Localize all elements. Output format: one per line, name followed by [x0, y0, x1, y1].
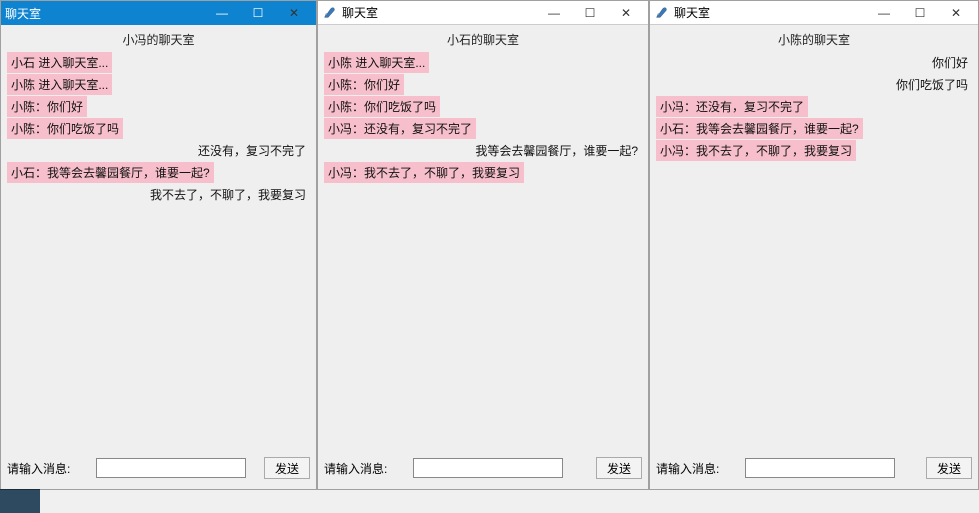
close-icon: ✕	[951, 6, 961, 20]
input-row: 请输入消息: 发送	[650, 451, 978, 489]
chat-log: 小石 进入聊天室...小陈 进入聊天室...小陈：你们好小陈：你们吃饭了吗还没有…	[1, 50, 316, 451]
window-title: 聊天室	[5, 5, 204, 22]
message-other: 小冯：我不去了，不聊了，我要复习	[324, 162, 524, 183]
chat-window: 聊天室—☐✕小石的聊天室小陈 进入聊天室...小陈：你们好小陈：你们吃饭了吗小冯…	[317, 0, 649, 490]
chat-log: 小陈 进入聊天室...小陈：你们好小陈：你们吃饭了吗小冯：还没有，复习不完了我等…	[318, 50, 648, 451]
maximize-button[interactable]: ☐	[572, 3, 608, 23]
message-other: 小陈：你们好	[7, 96, 87, 117]
minimize-button[interactable]: —	[536, 3, 572, 23]
client-area: 小陈的聊天室你们好你们吃饭了吗小冯：还没有，复习不完了小石：我等会去馨园餐厅，谁…	[650, 25, 978, 489]
maximize-button[interactable]: ☐	[902, 3, 938, 23]
send-button[interactable]: 发送	[264, 457, 310, 479]
message-other: 小陈 进入聊天室...	[7, 74, 112, 95]
input-label: 请输入消息:	[656, 460, 719, 477]
client-area: 小石的聊天室小陈 进入聊天室...小陈：你们好小陈：你们吃饭了吗小冯：还没有，复…	[318, 25, 648, 489]
close-button[interactable]: ✕	[938, 3, 974, 23]
window-title: 聊天室	[674, 4, 866, 21]
window-title: 聊天室	[342, 4, 536, 21]
message-other: 小陈 进入聊天室...	[324, 52, 429, 73]
message-other: 小石 进入聊天室...	[7, 52, 112, 73]
message-input[interactable]	[413, 458, 563, 478]
message-self: 我不去了，不聊了，我要复习	[146, 184, 310, 205]
message-other: 小陈：你们吃饭了吗	[7, 118, 123, 139]
message-other: 小陈：你们好	[324, 74, 404, 95]
minimize-icon: —	[548, 6, 560, 20]
minimize-button[interactable]: —	[866, 3, 902, 23]
message-other: 小石：我等会去馨园餐厅，谁要一起?	[7, 162, 214, 183]
titlebar[interactable]: 聊天室 — ☐ ✕	[318, 1, 648, 25]
window-buttons: — ☐ ✕	[866, 3, 974, 23]
send-button[interactable]: 发送	[926, 457, 972, 479]
message-other: 小冯：还没有，复习不完了	[656, 96, 808, 117]
window-buttons: — ☐ ✕	[536, 3, 644, 23]
chat-heading: 小陈的聊天室	[650, 25, 978, 50]
maximize-icon: ☐	[585, 6, 596, 20]
python-tk-icon	[322, 6, 336, 20]
message-other: 小石：我等会去馨园餐厅，谁要一起?	[656, 118, 863, 139]
message-other: 小陈：你们吃饭了吗	[324, 96, 440, 117]
titlebar[interactable]: 聊天室 — ☐ ✕	[1, 1, 316, 25]
close-icon: ✕	[289, 6, 299, 20]
send-button[interactable]: 发送	[596, 457, 642, 479]
python-tk-icon	[654, 6, 668, 20]
minimize-icon: —	[216, 6, 228, 20]
input-label: 请输入消息:	[7, 460, 70, 477]
message-other: 小冯：我不去了，不聊了，我要复习	[656, 140, 856, 161]
taskbar-stub	[0, 489, 40, 513]
maximize-button[interactable]: ☐	[240, 3, 276, 23]
message-self: 还没有，复习不完了	[194, 140, 310, 161]
message-other: 小冯：还没有，复习不完了	[324, 118, 476, 139]
chat-window: 聊天室 — ☐ ✕ 小陈的聊天室你们好你们吃饭了吗小冯：还没有，复习不完了小石：我等会去…	[649, 0, 979, 490]
chat-log: 你们好你们吃饭了吗小冯：还没有，复习不完了小石：我等会去馨园餐厅，谁要一起?小冯…	[650, 50, 978, 451]
maximize-icon: ☐	[915, 6, 926, 20]
minimize-button[interactable]: —	[204, 3, 240, 23]
message-input[interactable]	[745, 458, 895, 478]
client-area: 小冯的聊天室小石 进入聊天室...小陈 进入聊天室...小陈：你们好小陈：你们吃…	[1, 25, 316, 489]
chat-window: 聊天室 — ☐ ✕ 小冯的聊天室小石 进入聊天室...小陈 进入聊天室...小陈：你们好…	[0, 0, 317, 490]
maximize-icon: ☐	[253, 6, 264, 20]
chat-heading: 小冯的聊天室	[1, 25, 316, 50]
input-label: 请输入消息:	[324, 460, 387, 477]
message-self: 你们吃饭了吗	[892, 74, 972, 95]
message-input[interactable]	[96, 458, 246, 478]
minimize-icon: —	[878, 6, 890, 20]
input-row: 请输入消息: 发送	[318, 451, 648, 489]
close-button[interactable]: ✕	[608, 3, 644, 23]
close-icon: ✕	[621, 6, 631, 20]
input-row: 请输入消息: 发送	[1, 451, 316, 489]
close-button[interactable]: ✕	[276, 3, 312, 23]
window-buttons: — ☐ ✕	[204, 3, 312, 23]
message-self: 我等会去馨园餐厅，谁要一起?	[471, 140, 642, 161]
message-self: 你们好	[928, 52, 972, 73]
chat-heading: 小石的聊天室	[318, 25, 648, 50]
titlebar[interactable]: 聊天室 — ☐ ✕	[650, 1, 978, 25]
